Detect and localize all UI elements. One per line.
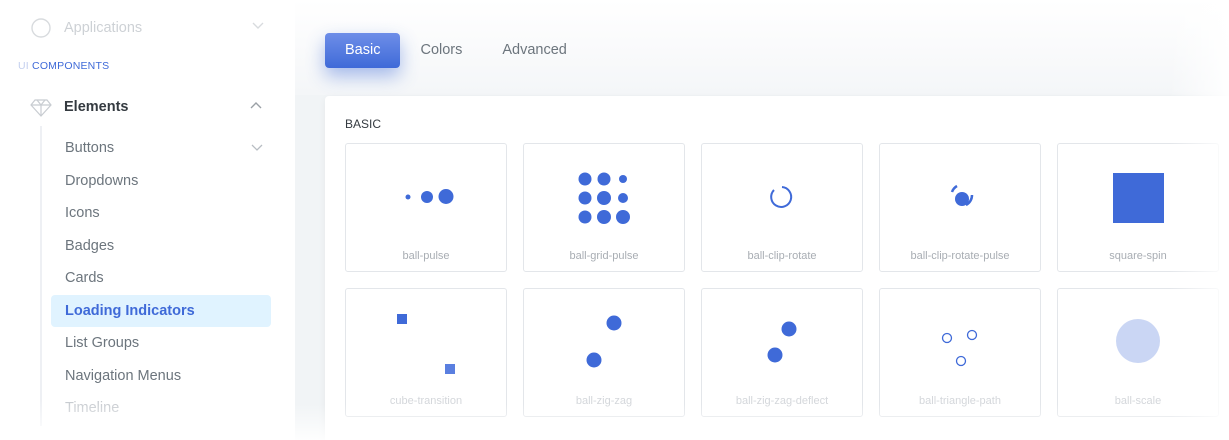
diamond-icon: [30, 99, 52, 117]
sidebar-item-buttons[interactable]: Buttons: [51, 132, 271, 165]
loader-ball-clip-rotate[interactable]: ball-clip-rotate: [701, 143, 863, 272]
loader-label: ball-scale: [1114, 395, 1162, 407]
section-heading-text: COMPONENTS: [32, 60, 110, 72]
sidebar-item-cards[interactable]: Cards: [51, 262, 271, 295]
ball-scale-graphic: [1116, 319, 1160, 363]
sidebar-item-list-groups[interactable]: List Groups: [51, 327, 271, 360]
nav-elements-label: Elements: [64, 99, 129, 115]
nav-elements[interactable]: Elements: [30, 94, 270, 120]
sidebar-item-label: Navigation Menus: [65, 367, 182, 384]
tab-colors[interactable]: Colors: [400, 33, 482, 68]
loader-ball-scale[interactable]: ball-scale: [1057, 288, 1219, 417]
ball-zig-zag-graphic: [586, 315, 622, 368]
sidebar-item-label: Buttons: [65, 140, 115, 156]
sidebar-item-navigation-menus[interactable]: Navigation Menus: [51, 360, 271, 393]
submenu: Buttons Dropdowns Icons Badges Cards Loa…: [51, 132, 271, 425]
chevron-down-icon: [251, 144, 263, 151]
sidebar-item-label: Cards: [65, 270, 104, 286]
card-title: Basic: [345, 117, 382, 131]
chevron-down-icon: [252, 22, 264, 29]
loader-label: ball-pulse: [402, 250, 450, 262]
cube-transition-graphic: [397, 314, 455, 374]
sidebar-item-label: Badges: [65, 237, 115, 254]
tab-basic[interactable]: Basic: [325, 33, 401, 68]
sidebar-item-label: Timeline: [65, 400, 120, 416]
sidebar-item-timeline[interactable]: Timeline: [51, 392, 271, 425]
ball-triangle-path-graphic: [941, 329, 978, 367]
ball-zig-zag-deflect-graphic: [767, 321, 797, 363]
sidebar-item-label: Loading Indicators: [65, 302, 195, 319]
loader-label: ball-zig-zag: [575, 395, 633, 407]
ball-grid-pulse-graphic: [578, 172, 630, 224]
loader-ball-clip-rotate-pulse[interactable]: ball-clip-rotate-pulse: [879, 143, 1041, 272]
sidebar-item-label: List Groups: [65, 335, 140, 351]
nav-applications[interactable]: Applications: [30, 14, 270, 42]
main-content: Basic Colors Advanced Basic ball-pulse: [295, 0, 1229, 440]
sidebar-item-label: Dropdowns: [65, 172, 139, 189]
section-heading: UI COMPONENTS: [18, 60, 109, 72]
loader-ball-zig-zag[interactable]: ball-zig-zag: [523, 288, 685, 417]
loader-label: ball-zig-zag-deflect: [735, 395, 829, 407]
ball-pulse-graphic: [405, 189, 454, 204]
loader-label: square-spin: [1109, 250, 1167, 262]
sidebar-item-icons[interactable]: Icons: [51, 197, 271, 230]
sidebar-item-label: Icons: [65, 205, 100, 221]
loader-cube-transition[interactable]: cube-transition: [345, 288, 507, 417]
loader-label: cube-transition: [389, 395, 463, 407]
ball-clip-rotate-graphic: [770, 186, 793, 208]
loader-label: ball-triangle-path: [919, 395, 1001, 407]
grid-icon: [31, 18, 51, 38]
loader-ball-triangle-path[interactable]: ball-triangle-path: [879, 288, 1041, 417]
loader-label: ball-clip-rotate-pulse: [910, 250, 1010, 262]
sidebar-item-badges[interactable]: Badges: [51, 230, 271, 263]
loader-label: ball-grid-pulse: [569, 250, 639, 262]
loader-label: ball-clip-rotate: [747, 250, 817, 262]
chevron-up-icon: [250, 102, 262, 109]
submenu-line: [40, 126, 42, 426]
sidebar-item-dropdowns[interactable]: Dropdowns: [51, 165, 271, 198]
loader-ball-pulse[interactable]: ball-pulse: [345, 143, 507, 272]
nav-applications-label: Applications: [64, 20, 143, 36]
section-heading-prefix: UI: [18, 60, 33, 72]
sidebar: Applications UI COMPONENTS Elements Butt…: [0, 0, 295, 440]
loader-ball-zig-zag-deflect[interactable]: ball-zig-zag-deflect: [701, 288, 863, 417]
square-spin-graphic: [1113, 173, 1164, 223]
loader-ball-grid-pulse[interactable]: ball-grid-pulse: [523, 143, 685, 272]
ball-clip-rotate-pulse-graphic: [950, 184, 974, 207]
loader-square-spin[interactable]: square-spin: [1057, 143, 1219, 272]
sidebar-item-loading-indicators[interactable]: Loading Indicators: [51, 294, 271, 327]
loaders-card: Basic ball-pulse: [325, 96, 1229, 440]
tab-bar: Basic Colors Advanced: [325, 33, 587, 68]
tab-advanced[interactable]: Advanced: [482, 33, 587, 68]
